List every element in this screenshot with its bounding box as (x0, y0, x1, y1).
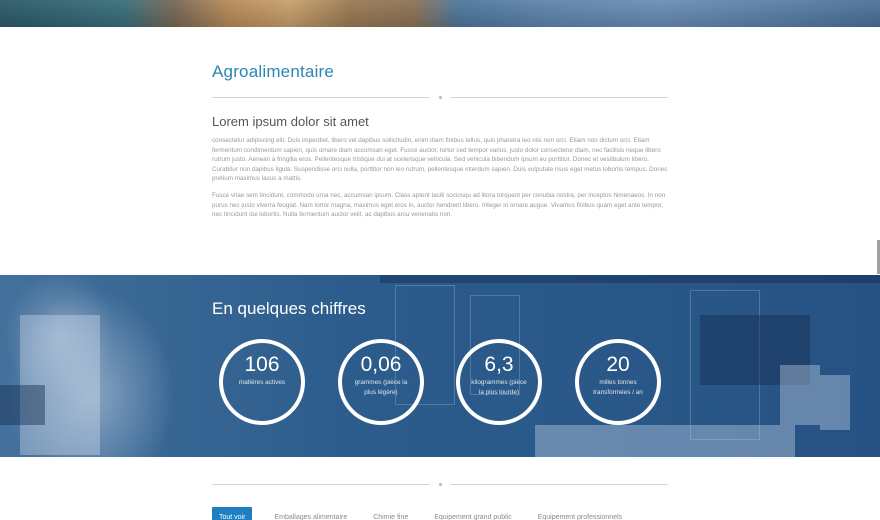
divider-line-left (212, 97, 430, 98)
photo-shape (380, 275, 880, 283)
stat-circle: 0,06 grammes (pièce la plus légère) (338, 339, 424, 425)
photo-shape (0, 385, 45, 425)
portfolio-divider (212, 479, 668, 489)
stat-circle: 6,3 kilogrammes (pièce la plus lourde) (456, 339, 542, 425)
photo-shape (820, 375, 850, 430)
filter-fine-chemistry[interactable]: Chimie fine (373, 507, 408, 520)
photo-shape (535, 425, 795, 457)
hero-image-strip (0, 0, 880, 27)
stat-value: 20 (606, 353, 630, 376)
divider-line-right (450, 484, 668, 485)
stat-value: 0,06 (360, 353, 402, 376)
divider-line-left (212, 484, 430, 485)
filter-food-packaging[interactable]: Emballages alimentaire (274, 507, 347, 520)
portfolio-filters: Tout voir Emballages alimentaire Chimie … (212, 507, 648, 520)
intro-subtitle: Lorem ipsum dolor sit amet (212, 114, 369, 129)
filter-professional-equipment[interactable]: Equipement professionnels (538, 507, 622, 520)
stat-label: grammes (pièce la plus légère) (354, 379, 408, 396)
stat-value: 6,3 (484, 353, 514, 376)
stat-label: kilogrammes (pièce la plus lourde) (471, 379, 527, 396)
stat-circle: 106 matières actives (219, 339, 305, 425)
section-title: Agroalimentaire (212, 62, 335, 81)
page: Agroalimentaire Lorem ipsum dolor sit am… (0, 0, 880, 520)
photo-shape (780, 365, 820, 425)
stat-label: matières actives (238, 379, 286, 386)
figures-title: En quelques chiffres (212, 299, 366, 318)
intro-paragraph-1: consectetur adipiscing elit. Duis imperd… (212, 137, 668, 183)
filter-consumer-equipment[interactable]: Equipement grand public (434, 507, 511, 520)
stat-label: milles tonnes transformées / an (593, 379, 643, 396)
intro-paragraph-2: Fusce vitae sem tincidunt, commodo urna … (212, 191, 666, 219)
divider-dot (439, 483, 442, 486)
stat-circle: 20 milles tonnes transformées / an (575, 339, 661, 425)
stat-value: 106 (244, 353, 280, 376)
intro-section: Agroalimentaire Lorem ipsum dolor sit am… (212, 62, 668, 220)
divider-line-right (450, 97, 668, 98)
divider-dot (439, 96, 442, 99)
filter-all[interactable]: Tout voir (212, 507, 253, 520)
figures-band: En quelques chiffres 106 matières active… (0, 275, 880, 457)
section-divider (212, 92, 668, 102)
